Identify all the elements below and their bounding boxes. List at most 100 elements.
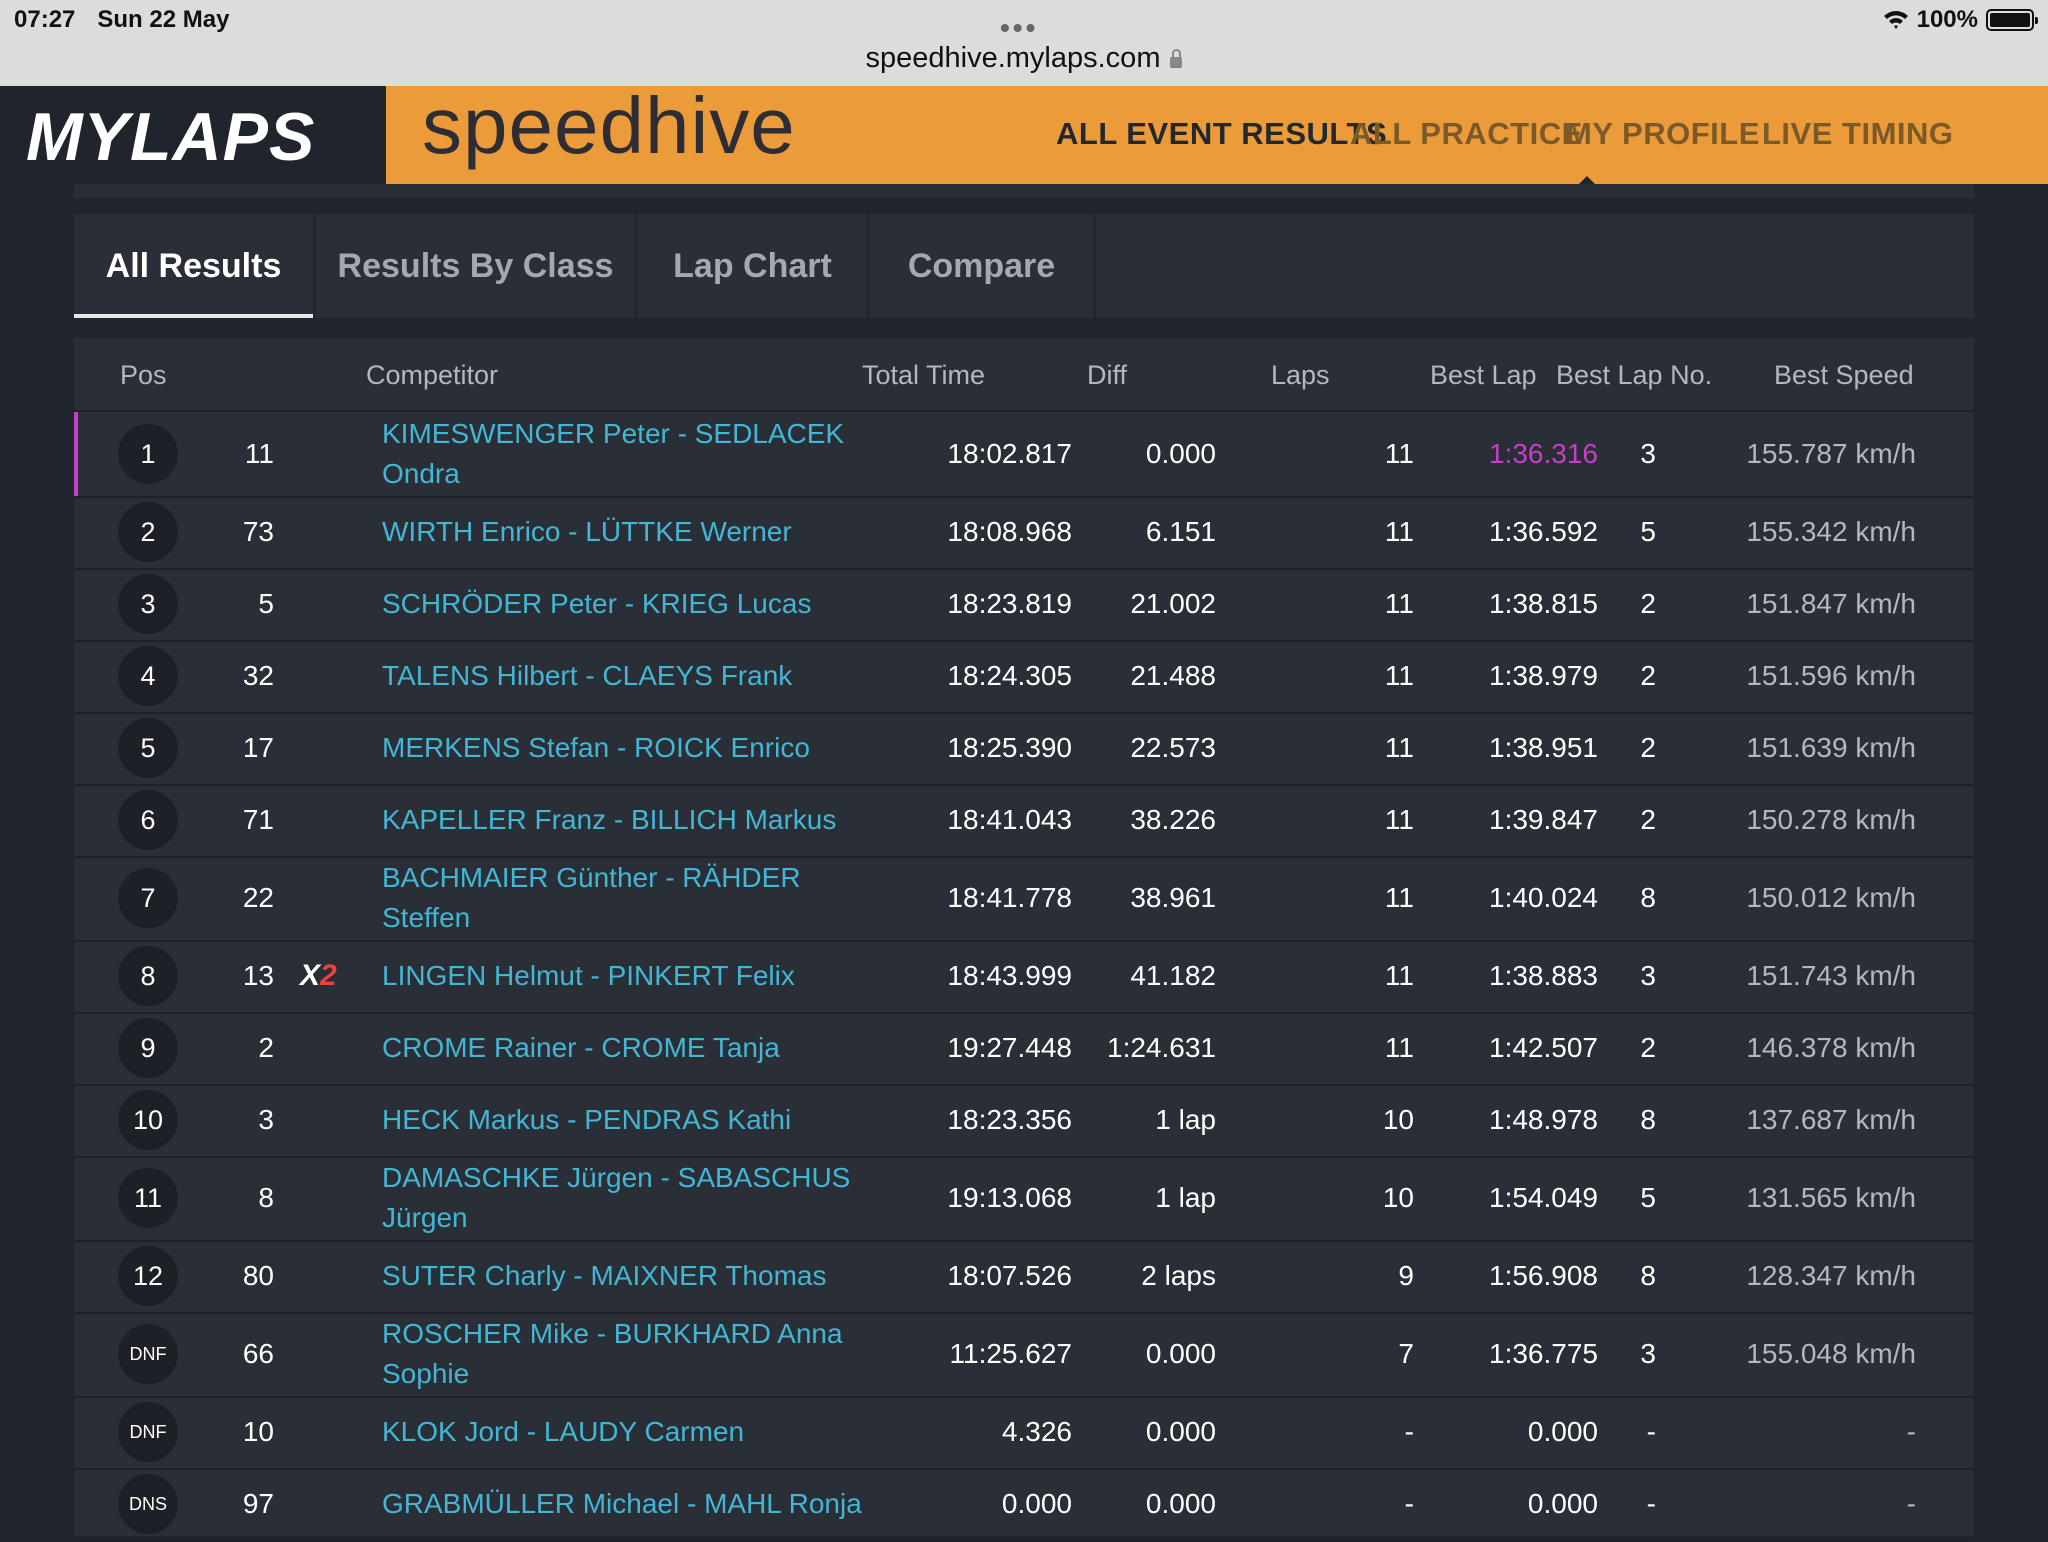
position-badge: 11 bbox=[118, 1168, 178, 1228]
competitor-link[interactable]: GRABMÜLLER Michael - MAHL Ronja bbox=[382, 1484, 862, 1524]
best-speed: 137.687 km/h bbox=[1746, 1104, 1916, 1135]
competitor-link[interactable]: HECK Markus - PENDRAS Kathi bbox=[382, 1100, 862, 1140]
competitor-link[interactable]: SCHRÖDER Peter - KRIEG Lucas bbox=[382, 584, 862, 624]
diff: 6.151 bbox=[1145, 516, 1216, 547]
table-row[interactable]: DNF 66 ROSCHER Mike - BURKHARD Anna Sophie… bbox=[74, 1312, 1974, 1398]
header-pos[interactable]: Pos bbox=[120, 360, 167, 391]
status-right: 100% bbox=[1883, 6, 2038, 34]
header-best-lap-no[interactable]: Best Lap No. bbox=[1556, 360, 1712, 391]
diff: 1 lap bbox=[1155, 1104, 1216, 1135]
car-number: 13 bbox=[242, 960, 274, 991]
position-badge: 6 bbox=[118, 790, 178, 850]
diff: 22.573 bbox=[1130, 732, 1216, 763]
best-lap: 1:36.592 bbox=[1489, 516, 1598, 547]
car-number: 17 bbox=[242, 732, 274, 763]
diff: 0.000 bbox=[1145, 1488, 1216, 1519]
competitor-link[interactable]: ROSCHER Mike - BURKHARD Anna Sophie bbox=[382, 1314, 862, 1394]
header-total-time[interactable]: Total Time bbox=[862, 360, 985, 391]
best-speed: 155.787 km/h bbox=[1746, 438, 1916, 469]
best-lap: 0.000 bbox=[1527, 1488, 1598, 1519]
tab-lap-chart[interactable]: Lap Chart bbox=[638, 214, 870, 318]
x2-number: 2 bbox=[320, 959, 337, 992]
competitor-link[interactable]: SUTER Charly - MAIXNER Thomas bbox=[382, 1256, 862, 1296]
best-lap-no: 3 bbox=[1640, 1338, 1656, 1369]
table-row[interactable]: 10 3 HECK Markus - PENDRAS Kathi 18:23.356 1… bbox=[74, 1084, 1974, 1158]
url-text: speedhive.mylaps.com bbox=[865, 42, 1161, 74]
total-time: 18:24.305 bbox=[947, 660, 1072, 691]
tab-results-by-class[interactable]: Results By Class bbox=[316, 214, 638, 318]
wifi-icon bbox=[1883, 11, 1908, 29]
total-time: 18:07.526 bbox=[947, 1260, 1072, 1291]
mylaps-logo[interactable]: MYLAPS bbox=[26, 98, 315, 176]
total-time: 18:43.999 bbox=[947, 960, 1072, 991]
total-time: 0.000 bbox=[1001, 1488, 1072, 1519]
competitor-link[interactable]: KIMESWENGER Peter - SEDLACEK Ondra bbox=[382, 414, 862, 494]
speedhive-brand[interactable]: speedhive bbox=[422, 80, 796, 172]
header-best-lap[interactable]: Best Lap bbox=[1430, 360, 1537, 391]
table-row[interactable]: DNS 97 GRABMÜLLER Michael - MAHL Ronja 0.00… bbox=[74, 1468, 1974, 1542]
competitor-link[interactable]: MERKENS Stefan - ROICK Enrico bbox=[382, 728, 862, 768]
car-number: 66 bbox=[242, 1338, 274, 1369]
position-badge: 5 bbox=[118, 718, 178, 778]
table-row[interactable]: 4 32 TALENS Hilbert - CLAEYS Frank 18:24.30… bbox=[74, 640, 1974, 714]
competitor-link[interactable]: DAMASCHKE Jürgen - SABASCHUS Jürgen bbox=[382, 1158, 862, 1238]
car-number: 80 bbox=[242, 1260, 274, 1291]
car-number: 73 bbox=[242, 516, 274, 547]
competitor-link[interactable]: KLOK Jord - LAUDY Carmen bbox=[382, 1412, 862, 1452]
position-badge: 8 bbox=[118, 946, 178, 1006]
best-lap-no: 3 bbox=[1640, 438, 1656, 469]
best-speed: 150.278 km/h bbox=[1746, 804, 1916, 835]
table-row[interactable]: DNF 10 KLOK Jord - LAUDY Carmen 4.326 0.000 -… bbox=[74, 1396, 1974, 1470]
table-row[interactable]: 6 71 KAPELLER Franz - BILLICH Markus 18:41.… bbox=[74, 784, 1974, 858]
tab-all-results[interactable]: All Results bbox=[74, 214, 316, 318]
total-time: 18:25.390 bbox=[947, 732, 1072, 763]
car-number: 2 bbox=[258, 1032, 274, 1063]
competitor-link[interactable]: LINGEN Helmut - PINKERT Felix bbox=[382, 956, 862, 996]
table-row[interactable]: 5 17 MERKENS Stefan - ROICK Enrico 18:25.39… bbox=[74, 712, 1974, 786]
competitor-link[interactable]: TALENS Hilbert - CLAEYS Frank bbox=[382, 656, 862, 696]
best-lap-no: 2 bbox=[1640, 732, 1656, 763]
competitor-link[interactable]: WIRTH Enrico - LÜTTKE Werner bbox=[382, 512, 862, 552]
position-badge: 9 bbox=[118, 1018, 178, 1078]
nav-all-practice[interactable]: ALL PRACTICE bbox=[1350, 116, 1583, 152]
nav-all-event-results[interactable]: ALL EVENT RESULTS bbox=[1056, 116, 1387, 152]
tab-compare[interactable]: Compare bbox=[870, 214, 1096, 318]
table-row[interactable]: 12 80 SUTER Charly - MAIXNER Thomas 18:07.5… bbox=[74, 1240, 1974, 1314]
table-row[interactable]: 1 11 KIMESWENGER Peter - SEDLACEK Ondra 18:… bbox=[74, 412, 1974, 498]
laps: 11 bbox=[1384, 588, 1414, 619]
best-lap: 1:36.775 bbox=[1489, 1338, 1598, 1369]
laps: - bbox=[1404, 1416, 1414, 1447]
best-speed: 151.847 km/h bbox=[1746, 588, 1916, 619]
header-best-speed[interactable]: Best Speed bbox=[1774, 360, 1914, 391]
car-number: 10 bbox=[242, 1416, 274, 1447]
competitor-link[interactable]: BACHMAIER Günther - RÄHDER Steffen bbox=[382, 858, 862, 938]
x2-class-icon: X2 bbox=[300, 959, 337, 993]
best-lap: 1:38.979 bbox=[1489, 660, 1598, 691]
results-table: Pos Competitor Total Time Diff Laps Best… bbox=[74, 338, 1974, 1542]
laps: 11 bbox=[1384, 960, 1414, 991]
best-speed: 131.565 km/h bbox=[1746, 1182, 1916, 1213]
diff: 0.000 bbox=[1145, 438, 1216, 469]
best-speed: 151.639 km/h bbox=[1746, 732, 1916, 763]
nav-live-timing[interactable]: LIVE TIMING bbox=[1762, 116, 1954, 152]
header-diff[interactable]: Diff bbox=[1087, 360, 1127, 391]
more-dots-icon[interactable]: ••• bbox=[1000, 12, 1038, 44]
table-row[interactable]: 7 22 BACHMAIER Günther - RÄHDER Steffen 18:… bbox=[74, 856, 1974, 942]
best-lap-no: 5 bbox=[1640, 1182, 1656, 1213]
logo-area[interactable]: MYLAPS bbox=[0, 86, 386, 184]
table-row[interactable]: 11 8 DAMASCHKE Jürgen - SABASCHUS Jürgen 19… bbox=[74, 1156, 1974, 1242]
header-competitor[interactable]: Competitor bbox=[366, 360, 498, 391]
competitor-link[interactable]: CROME Rainer - CROME Tanja bbox=[382, 1028, 862, 1068]
table-row[interactable]: 3 5 SCHRÖDER Peter - KRIEG Lucas 18:23.819 2… bbox=[74, 568, 1974, 642]
best-lap: 1:39.847 bbox=[1489, 804, 1598, 835]
results-tabs: All Results Results By Class Lap Chart C… bbox=[74, 214, 1974, 318]
table-row[interactable]: 2 73 WIRTH Enrico - LÜTTKE Werner 18:08.968… bbox=[74, 496, 1974, 570]
best-lap-no: 8 bbox=[1640, 882, 1656, 913]
header-laps[interactable]: Laps bbox=[1271, 360, 1330, 391]
table-row[interactable]: 9 2 CROME Rainer - CROME Tanja 19:27.448 1:2… bbox=[74, 1012, 1974, 1086]
nav-my-profile[interactable]: MY PROFILE bbox=[1566, 116, 1760, 152]
position-badge: 4 bbox=[118, 646, 178, 706]
address-bar[interactable]: speedhive.mylaps.com bbox=[0, 42, 2048, 75]
table-row[interactable]: 8 13 X2 LINGEN Helmut - PINKERT Felix 18:43.… bbox=[74, 940, 1974, 1014]
competitor-link[interactable]: KAPELLER Franz - BILLICH Markus bbox=[382, 800, 862, 840]
